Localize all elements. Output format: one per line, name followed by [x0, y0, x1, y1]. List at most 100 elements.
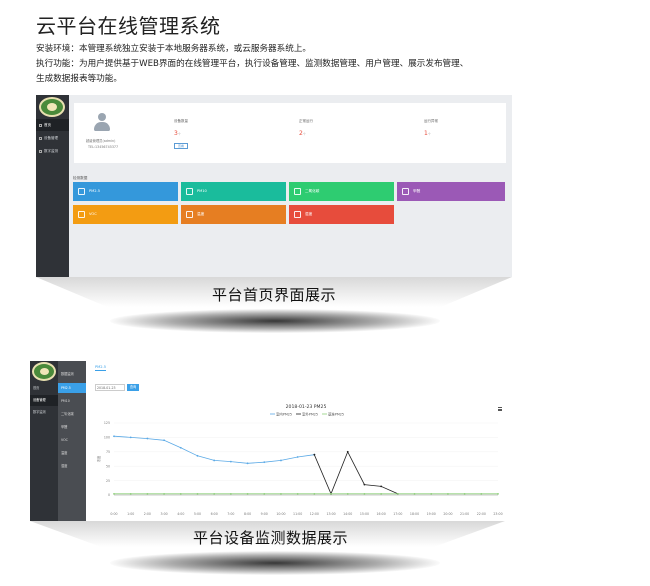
data-point — [330, 492, 332, 495]
tile-pm10[interactable]: PM10 — [181, 182, 286, 201]
submenu-item-voc[interactable]: VOC — [58, 435, 86, 445]
sidebar: 首页 设备管理 数字监测 — [36, 95, 69, 277]
stat-label: 设备数量 — [174, 119, 188, 123]
data-point — [313, 492, 316, 495]
x-tick-label: 17:00 — [393, 512, 402, 516]
intro-text: 安装环境：本管理系统独立安装于本地服务器系统，或云服务器系统上。 执行功能：为用… — [36, 42, 506, 87]
data-point — [179, 492, 182, 495]
x-tick-label: 8:00 — [244, 512, 251, 516]
tile-temperature[interactable]: 温度 — [181, 205, 286, 224]
tile-icon — [186, 211, 193, 218]
stat-device-count: 设备数量 3个 — [174, 119, 188, 137]
tile-humidity[interactable]: 湿度 — [289, 205, 394, 224]
data-point — [113, 435, 115, 438]
sidebar-item-devices[interactable]: 设备管理 — [30, 395, 58, 406]
section-title: 检测数据 — [73, 176, 88, 180]
data-point — [296, 492, 299, 495]
data-point — [263, 492, 266, 495]
data-point — [363, 483, 366, 486]
y-axis-label: 浓度 — [96, 455, 101, 462]
data-point — [447, 492, 449, 495]
data-point — [313, 453, 316, 456]
tab-pm25[interactable]: PM2.5 — [95, 365, 106, 371]
query-button[interactable]: 查询 — [127, 384, 139, 391]
y-tick-label: 25 — [106, 479, 110, 483]
y-tick-label: 0 — [108, 493, 110, 497]
tile-icon — [78, 188, 85, 195]
tile-label: VOC — [89, 212, 97, 216]
tile-voc[interactable]: VOC — [73, 205, 178, 224]
tile-co2[interactable]: 二氧化碳 — [289, 182, 394, 201]
data-point — [163, 439, 165, 442]
data-point — [380, 485, 383, 488]
tile-formaldehyde[interactable]: 甲醛 — [397, 182, 505, 201]
tile-icon — [294, 211, 301, 218]
data-point — [463, 492, 466, 495]
monitor-icon — [39, 149, 42, 153]
data-point — [296, 456, 299, 458]
data-point — [346, 492, 349, 495]
x-tick-label: 19:00 — [427, 512, 436, 516]
data-point — [179, 446, 182, 449]
drop-shadow — [110, 309, 440, 333]
x-tick-label: 1:00 — [127, 512, 134, 516]
x-tick-label: 3:00 — [161, 512, 168, 516]
submenu-item-humidity[interactable]: 湿度 — [58, 461, 86, 471]
tile-label: 湿度 — [305, 212, 313, 216]
sidebar-item-monitor[interactable]: 数字监测 — [30, 407, 58, 418]
data-point — [163, 492, 165, 495]
user-tel: TEL:13456745377 — [88, 145, 119, 149]
tile-label: 温度 — [197, 212, 205, 216]
data-point — [396, 492, 399, 495]
x-tick-label: 10:00 — [276, 512, 285, 516]
stat-unit: 个 — [302, 132, 306, 136]
legend-label: 基准PM25 — [328, 412, 344, 417]
data-point — [229, 492, 232, 495]
tile-label: PM2.5 — [89, 189, 100, 193]
x-tick-label: 6:00 — [211, 512, 218, 516]
view-button[interactable]: 查看 — [174, 143, 188, 149]
data-point — [246, 462, 249, 465]
sidebar-item-home[interactable]: 首页 — [36, 119, 69, 131]
sidebar-item-devices[interactable]: 设备管理 — [36, 132, 69, 144]
submenu-title: 数据监测 — [61, 372, 74, 376]
data-point — [497, 492, 499, 495]
device-icon — [39, 136, 42, 140]
data-point — [213, 459, 216, 462]
monitor-caption: 平台设备监测数据展示 — [193, 529, 349, 547]
x-tick-label: 15:00 — [360, 512, 369, 516]
x-tick-label: 9:00 — [261, 512, 268, 516]
legend-label: 室内PM25 — [276, 412, 292, 417]
y-tick-label: 125 — [104, 421, 110, 425]
intro-line: 安装环境：本管理系统独立安装于本地服务器系统，或云服务器系统上。 — [36, 44, 312, 54]
data-point — [146, 437, 149, 440]
data-point — [413, 492, 416, 495]
y-tick-label: 50 — [106, 464, 110, 468]
submenu-item-co2[interactable]: 二氧化碳 — [58, 409, 86, 419]
tile-icon — [402, 188, 409, 195]
date-input[interactable]: 2018-01-23 — [95, 384, 125, 391]
sidebar-item-monitor[interactable]: 数字监测 — [36, 145, 69, 157]
submenu-item-temperature[interactable]: 温度 — [58, 448, 86, 458]
x-tick-label: 21:00 — [460, 512, 469, 516]
data-point — [113, 492, 115, 495]
submenu-item-formaldehyde[interactable]: 甲醛 — [58, 422, 86, 432]
tile-label: PM10 — [197, 189, 207, 193]
data-point — [380, 492, 383, 495]
sidebar: 首页 设备管理 数字监测 — [30, 361, 58, 521]
stat-normal: 正常运行 2个 — [299, 119, 313, 137]
submenu-item-pm25[interactable]: PM2.5 — [58, 383, 86, 393]
x-tick-label: 18:00 — [410, 512, 419, 516]
submenu-item-pm10[interactable]: PM10 — [58, 396, 86, 406]
logo-icon — [32, 362, 56, 381]
overview-card: 超级管理员(admin) TEL:13456745377 设备数量 3个 正常运… — [74, 103, 506, 163]
stat-unit: 个 — [427, 132, 431, 136]
y-tick-label: 100 — [104, 436, 110, 440]
sidebar-item-label: 首页 — [44, 123, 51, 127]
tile-pm25[interactable]: PM2.5 — [73, 182, 178, 201]
tile-icon — [78, 211, 85, 218]
home-icon — [39, 123, 42, 127]
sidebar-item-home[interactable]: 首页 — [30, 383, 58, 394]
menu-icon[interactable] — [498, 407, 502, 411]
data-point — [129, 436, 132, 439]
